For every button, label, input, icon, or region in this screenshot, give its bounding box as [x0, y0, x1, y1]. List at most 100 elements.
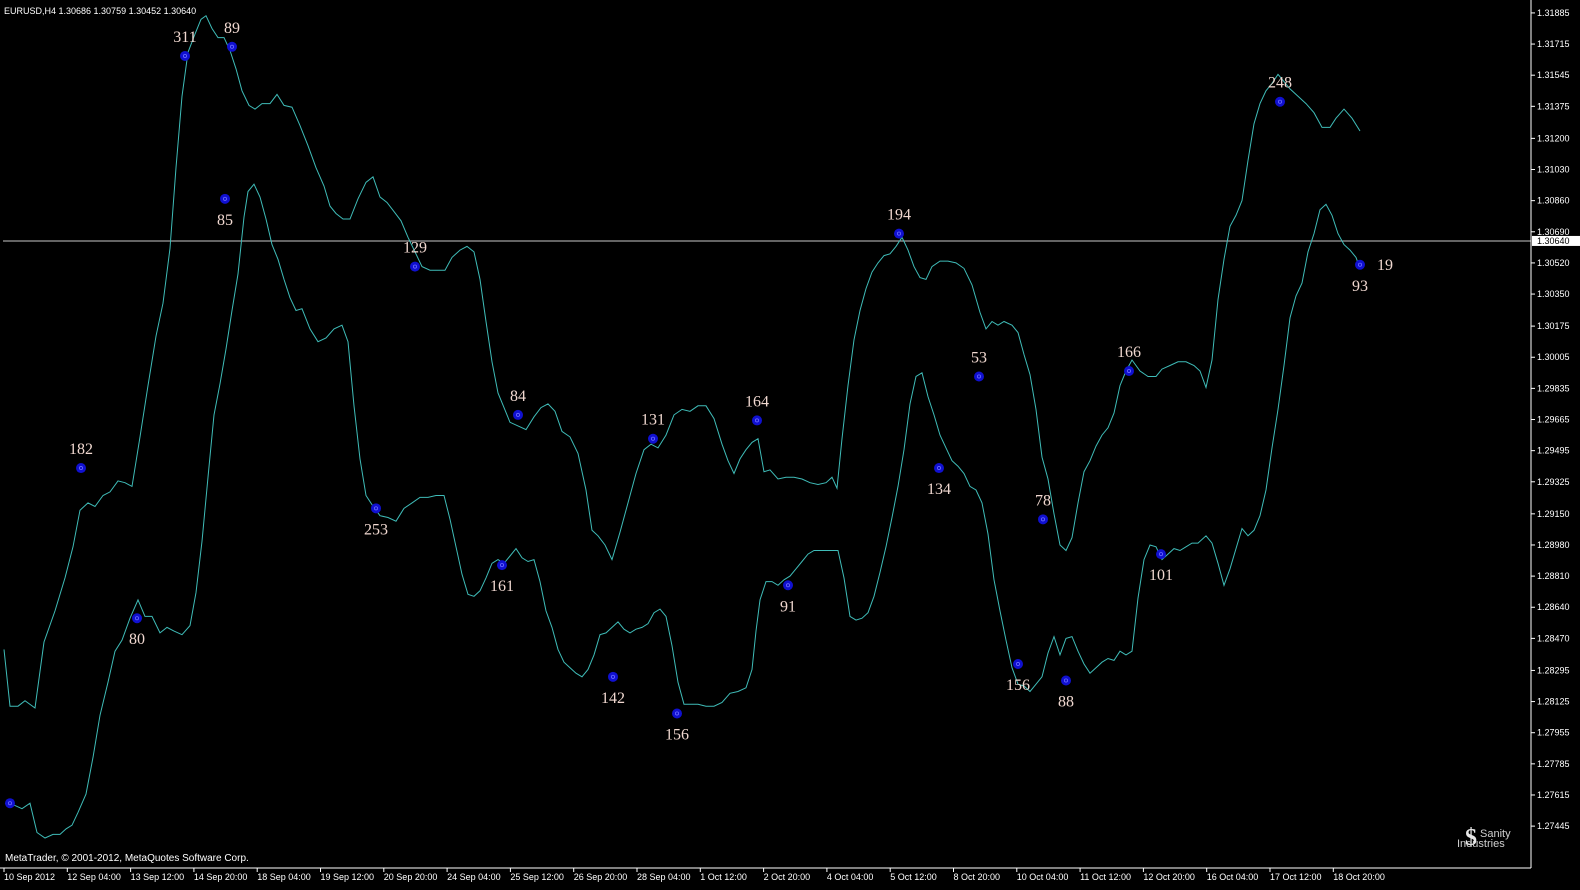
swing-marker[interactable] — [227, 41, 237, 52]
swing-value-label: 311 — [173, 29, 196, 46]
x-tick-label: 10 Oct 04:00 — [1017, 872, 1069, 882]
swing-value-label: 91 — [780, 598, 796, 615]
x-tick-label: 18 Sep 04:00 — [257, 872, 311, 882]
x-tick-label: 12 Sep 04:00 — [67, 872, 121, 882]
y-tick-label: 1.29325 — [1537, 477, 1570, 487]
swing-marker[interactable] — [974, 371, 984, 382]
swing-value-label: 142 — [601, 690, 625, 707]
x-tick-label: 17 Oct 12:00 — [1270, 872, 1322, 882]
swing-marker[interactable] — [513, 409, 523, 420]
y-tick-label: 1.31030 — [1537, 165, 1570, 175]
swing-value-label: 93 — [1352, 278, 1368, 295]
swing-value-label: 164 — [745, 393, 769, 410]
swing-marker[interactable] — [76, 463, 86, 474]
x-tick-label: 1 Oct 12:00 — [700, 872, 747, 882]
y-tick-label: 1.31715 — [1537, 39, 1570, 49]
swing-marker[interactable] — [220, 193, 230, 204]
x-tick-label: 5 Oct 12:00 — [890, 872, 937, 882]
y-tick-label: 1.28640 — [1537, 602, 1570, 612]
x-tick-label: 8 Oct 20:00 — [954, 872, 1001, 882]
y-tick-label: 1.30175 — [1537, 321, 1570, 331]
swing-value-label: 182 — [69, 441, 93, 458]
swing-marker[interactable] — [180, 50, 190, 61]
swing-marker[interactable] — [1013, 659, 1023, 670]
x-tick-label: 10 Sep 2012 — [4, 872, 55, 882]
x-tick-label: 20 Sep 20:00 — [384, 872, 438, 882]
y-tick-label: 1.29150 — [1537, 509, 1570, 519]
sanity-industries-logo: $ Sanity Industries — [1457, 825, 1511, 851]
y-tick-label: 1.30860 — [1537, 196, 1570, 206]
x-tick-label: 25 Sep 12:00 — [510, 872, 564, 882]
swing-value-label: 131 — [641, 412, 665, 429]
swing-value-label: 156 — [665, 726, 689, 743]
current-price-label: 1.30640 — [1537, 236, 1570, 246]
x-tick-label: 2 Oct 20:00 — [764, 872, 811, 882]
swing-value-label: 161 — [490, 578, 514, 595]
x-tick-label: 18 Oct 20:00 — [1333, 872, 1385, 882]
swing-value-label: 19 — [1377, 257, 1393, 274]
swing-value-label: 89 — [224, 20, 240, 37]
y-tick-label: 1.28295 — [1537, 665, 1570, 675]
swing-marker[interactable] — [1355, 259, 1365, 270]
swing-marker[interactable] — [1038, 514, 1048, 525]
swing-marker[interactable] — [497, 560, 507, 571]
swing-marker[interactable] — [783, 580, 793, 591]
swing-marker[interactable] — [1124, 365, 1134, 376]
y-tick-label: 1.31200 — [1537, 133, 1570, 143]
copyright-text: MetaTrader, © 2001-2012, MetaQuotes Soft… — [5, 853, 249, 864]
y-tick-label: 1.27445 — [1537, 821, 1570, 831]
x-tick-label: 26 Sep 20:00 — [574, 872, 628, 882]
swing-value-label: 194 — [887, 207, 911, 224]
price-chart[interactable]: 1.30640 182 80 311 85 89 253 129 161 84 142 131 156… — [0, 0, 1580, 890]
x-tick-label: 12 Oct 20:00 — [1143, 872, 1195, 882]
x-tick-label: 11 Oct 12:00 — [1080, 872, 1131, 882]
swing-value-label: 53 — [971, 349, 987, 366]
x-tick-label: 14 Sep 20:00 — [194, 872, 248, 882]
swing-marker[interactable] — [5, 798, 15, 809]
swing-value-label: 248 — [1268, 75, 1292, 92]
x-tick-label: 19 Sep 12:00 — [321, 872, 375, 882]
swing-marker[interactable] — [672, 708, 682, 719]
swing-marker[interactable] — [752, 415, 762, 426]
y-tick-label: 1.31885 — [1537, 8, 1570, 18]
swing-marker[interactable] — [1275, 96, 1285, 107]
swing-marker[interactable] — [934, 463, 944, 474]
y-tick-label: 1.31375 — [1537, 101, 1570, 111]
swing-marker[interactable] — [371, 503, 381, 514]
swing-value-label: 80 — [129, 631, 145, 648]
chart-background — [0, 0, 1580, 890]
swing-value-label: 134 — [927, 481, 951, 498]
swing-marker[interactable] — [1156, 549, 1166, 560]
swing-value-label: 101 — [1149, 567, 1173, 584]
y-tick-label: 1.27615 — [1537, 790, 1570, 800]
swing-value-label: 166 — [1117, 344, 1141, 361]
y-tick-label: 1.30350 — [1537, 289, 1570, 299]
swing-value-label: 156 — [1006, 677, 1030, 694]
y-tick-label: 1.30005 — [1537, 352, 1570, 362]
swing-value-label: 88 — [1058, 694, 1074, 711]
swing-value-label: 84 — [510, 388, 526, 405]
y-tick-label: 1.27955 — [1537, 728, 1570, 738]
swing-marker[interactable] — [132, 613, 142, 624]
x-tick-label: 13 Sep 12:00 — [131, 872, 185, 882]
y-tick-label: 1.29835 — [1537, 383, 1570, 393]
swing-value-label: 129 — [403, 240, 427, 257]
x-tick-label: 24 Sep 04:00 — [447, 872, 501, 882]
y-tick-label: 1.31545 — [1537, 70, 1570, 80]
swing-marker[interactable] — [608, 671, 618, 682]
swing-marker[interactable] — [1061, 675, 1071, 686]
y-tick-label: 1.28125 — [1537, 697, 1570, 707]
swing-value-label: 78 — [1035, 492, 1051, 509]
swing-marker[interactable] — [894, 228, 904, 239]
logo-line-2: Industries — [1457, 838, 1505, 850]
symbol-header: EURUSD,H4 1.30686 1.30759 1.30452 1.3064… — [4, 6, 196, 16]
y-tick-label: 1.29665 — [1537, 415, 1570, 425]
y-tick-label: 1.28810 — [1537, 571, 1570, 581]
swing-value-label: 85 — [217, 212, 233, 229]
swing-marker[interactable] — [648, 433, 658, 444]
x-tick-label: 4 Oct 04:00 — [827, 872, 874, 882]
swing-marker[interactable] — [410, 261, 420, 272]
x-tick-label: 28 Sep 04:00 — [637, 872, 691, 882]
y-tick-label: 1.30520 — [1537, 258, 1570, 268]
swing-value-label: 253 — [364, 521, 388, 538]
